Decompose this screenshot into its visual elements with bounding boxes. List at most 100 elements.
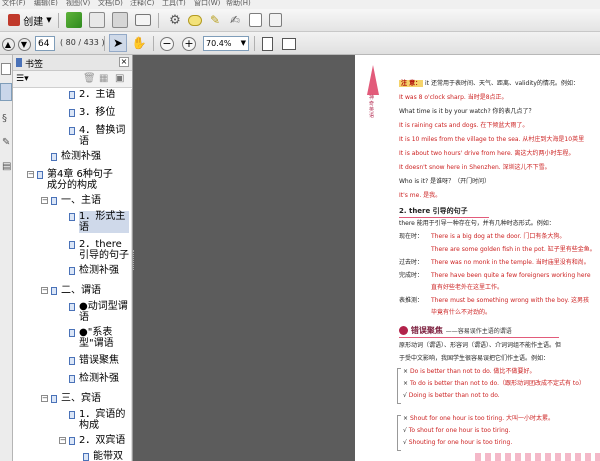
section-heading: 2. there 引导的句子 [399, 207, 468, 215]
collapse-toggle[interactable]: − [27, 171, 34, 178]
comment-icon [188, 14, 202, 26]
highlight-button[interactable]: ✎ [206, 11, 224, 29]
pages-icon[interactable] [1, 63, 11, 75]
settings-button[interactable]: ⚙ [166, 11, 184, 29]
bookmark-item[interactable]: 2．主语 [79, 89, 131, 100]
example-text: 直有好些老外在这里工作。 [431, 284, 504, 291]
menu-view[interactable]: 视图(V) [66, 0, 90, 8]
bookmark-item[interactable]: 2．双宾语 [79, 435, 131, 446]
hand-tool-button[interactable]: ✋ [130, 34, 148, 52]
comment-button[interactable] [186, 11, 204, 29]
example-tense: 完成时： [399, 272, 424, 279]
fit-page-icon [261, 37, 273, 51]
bookmarks-header: 书签 × [13, 55, 132, 71]
bookmarks-tree: 2．主语 3．移位 4．替换词语 检测补强 − 第4章 6种句子成分的构成 − … [13, 89, 131, 461]
example-tense: 表推测： [399, 297, 424, 304]
next-page-button[interactable]: ▼ [16, 35, 32, 53]
bookmark-item[interactable]: 二、谓语 [61, 285, 121, 296]
select-tool-button[interactable]: ➤ [109, 34, 127, 52]
new-bookmark-icon[interactable]: ▦ [99, 73, 108, 84]
options-menu-icon[interactable]: ☰▾ [16, 74, 29, 84]
menu-tools[interactable]: 工具(T) [162, 0, 186, 8]
page-tool-button[interactable] [266, 11, 284, 29]
bookmark-item[interactable]: ●动词型谓语 [79, 301, 131, 323]
bookmark-page-icon [69, 411, 75, 419]
bookmark-item[interactable]: 检测补强 [61, 151, 131, 162]
fit-width-button[interactable] [280, 35, 298, 53]
bookmark-page-icon [69, 213, 75, 221]
bookmark-item[interactable]: 3．移位 [79, 107, 131, 118]
section-intro: there 能用于引导一种存在句，并有几种时态形式。例如： [399, 220, 555, 227]
email-button[interactable] [133, 11, 153, 29]
example-group-bracket [397, 368, 401, 404]
bookmark-item[interactable]: 一、主语 [61, 195, 121, 206]
attachments-icon[interactable]: § [2, 113, 10, 127]
expand-bookmark-icon[interactable]: ▣ [115, 73, 124, 84]
bookmark-item[interactable]: 三、宾语 [61, 393, 121, 404]
zoom-select[interactable]: 70.4% ▼ [203, 36, 249, 51]
note-line: It was 8 o'clock sharp. 当时是8点正。 [399, 94, 508, 101]
close-icon[interactable]: × [119, 57, 129, 67]
bookmark-item[interactable]: 1．宾语的构成 [79, 409, 131, 431]
bookmark-item[interactable]: 检测补强 [79, 373, 131, 384]
error-heading: 错误聚焦 [410, 326, 443, 335]
error-underline [399, 337, 559, 338]
bookmark-page-icon [69, 375, 75, 383]
bookmark-item[interactable]: 4．替换词语 [79, 125, 131, 147]
print-button[interactable] [110, 11, 130, 29]
bookmark-page-icon [83, 453, 89, 461]
bookmark-item[interactable]: 2．there引导的句子 [79, 239, 129, 261]
bookmarks-title: 书签 [25, 60, 44, 70]
bookmarks-tab[interactable] [0, 83, 12, 101]
fit-page-button[interactable] [258, 35, 276, 53]
collapse-toggle[interactable]: − [59, 437, 66, 444]
example-row: √ Doing is better than not to do. [403, 392, 500, 399]
menu-file[interactable]: 文件(F) [2, 0, 26, 8]
menu-window[interactable]: 窗口(W) [194, 0, 220, 8]
page-number-input[interactable] [35, 36, 55, 51]
create-button[interactable]: 创建 ▼ [2, 11, 58, 29]
menu-help[interactable]: 帮助(H) [226, 0, 251, 8]
zoom-out-button[interactable]: − [158, 35, 176, 53]
document-canvas-background [133, 55, 355, 461]
bookmark-item[interactable]: 检测补强 [79, 265, 131, 276]
bookmark-item-selected[interactable]: 1．形式主语 [79, 211, 129, 233]
collapse-toggle[interactable]: − [41, 287, 48, 294]
menu-edit[interactable]: 编辑(E) [34, 0, 58, 8]
save-icon [89, 12, 105, 28]
bookmark-item[interactable]: 能带双 [93, 451, 131, 461]
example-tense: 过去时： [399, 259, 424, 266]
bookmark-page-icon [69, 303, 75, 311]
sign-button[interactable]: ✍ [226, 11, 244, 29]
example-row: × To do is better than not to do.（跟形动词团改… [403, 380, 585, 387]
signatures-icon[interactable]: ✎ [2, 137, 10, 148]
delete-bookmark-icon[interactable]: 🗑 [83, 73, 96, 84]
zoom-in-button[interactable]: + [180, 35, 198, 53]
form-button[interactable] [246, 11, 264, 29]
bookmark-item[interactable]: 错误聚焦 [79, 355, 131, 366]
menu-comments[interactable]: 注释(C) [130, 0, 154, 8]
bookmark-page-icon [51, 197, 57, 205]
collapse-toggle[interactable]: − [41, 395, 48, 402]
chevron-down-icon: ▼ [46, 16, 52, 24]
note-label: 注 意： [399, 80, 424, 87]
bookmarks-icon [16, 58, 22, 67]
example-tense: 现在时： [399, 233, 424, 240]
note-line: It doesn't snow here in Shenzhen. 深圳这儿不下… [399, 164, 551, 171]
layers-icon[interactable]: ▤ [2, 161, 11, 172]
fit-width-icon [282, 38, 296, 50]
previous-page-button[interactable]: ▲ [0, 35, 16, 53]
section-divider [399, 217, 489, 218]
side-banner: 神奇英语 [365, 65, 381, 135]
collapse-toggle[interactable]: − [41, 197, 48, 204]
bookmark-item[interactable]: ●"系表型"谓语 [79, 327, 131, 349]
bookmark-item[interactable]: 第4章 6种句子成分的构成 [47, 169, 119, 191]
save-button[interactable] [87, 11, 107, 29]
example-text: There is a big dog at the door. 门口有条大狗。 [431, 233, 566, 240]
open-button[interactable] [64, 11, 84, 29]
splitter-handle[interactable] [133, 250, 136, 270]
example-row: × Do is better than not to do. 做比不做要好。 [403, 368, 536, 375]
sign-icon: ✍ [229, 13, 241, 27]
note-line: It is raining cats and dogs. 在下倾盆大雨了。 [399, 122, 529, 129]
menu-document[interactable]: 文档(D) [98, 0, 123, 8]
